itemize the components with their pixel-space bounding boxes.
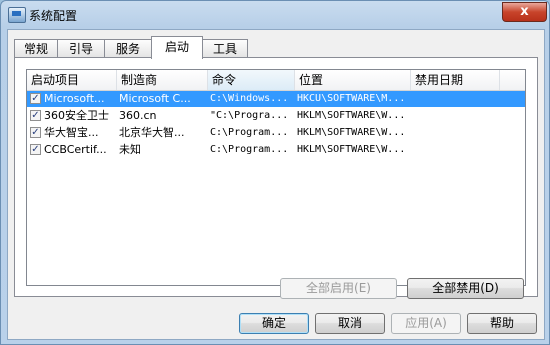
row-checkbox[interactable]: ✓ (30, 127, 41, 138)
cell-command: C:\Windows... (210, 93, 289, 104)
startup-tab-panel: 启动项目 制造商 命令 位置 禁用日期 ✓ Microsoft... Micro… (14, 57, 538, 297)
cell-item: 华大智宝... (44, 126, 99, 139)
row-checkbox[interactable]: ✓ (30, 144, 41, 155)
row-checkbox[interactable]: ✓ (30, 110, 41, 121)
close-button[interactable]: x (502, 2, 547, 22)
ok-button[interactable]: 确定 (239, 313, 309, 334)
disable-all-button[interactable]: 全部禁用(D) (407, 278, 524, 299)
cancel-button[interactable]: 取消 (315, 313, 385, 334)
cell-disabled-date (413, 91, 499, 107)
tab-general[interactable]: 常规 (14, 39, 58, 58)
dialog-client-area: 常规 引导 服务 启动 工具 启动项目 制造商 命令 位置 禁用日期 ✓ Mic… (7, 29, 545, 340)
help-button[interactable]: 帮助 (467, 313, 537, 334)
cell-location: HKLM\SOFTWARE\W... (297, 110, 406, 121)
tab-startup[interactable]: 启动 (151, 36, 203, 59)
list-header: 启动项目 制造商 命令 位置 禁用日期 (27, 70, 525, 91)
tab-tools[interactable]: 工具 (202, 39, 248, 58)
tab-boot[interactable]: 引导 (57, 39, 105, 58)
column-header-disabled-date[interactable]: 禁用日期 (411, 70, 500, 90)
cell-item: 360安全卫士 (44, 109, 109, 122)
column-header-location[interactable]: 位置 (295, 70, 411, 90)
cell-disabled-date (413, 125, 499, 141)
cell-command: "C:\Progra... (210, 110, 289, 121)
enable-all-button[interactable]: 全部启用(E) (280, 278, 397, 299)
title-bar[interactable]: 系统配置 x (1, 1, 549, 29)
cell-maker: 360.cn (119, 109, 157, 122)
column-header-manufacturer[interactable]: 制造商 (117, 70, 208, 90)
cell-maker: Microsoft C... (119, 92, 191, 105)
apply-button[interactable]: 应用(A) (391, 313, 461, 334)
cell-location: HKLM\SOFTWARE\W... (297, 144, 406, 155)
column-header-startup-item[interactable]: 启动项目 (27, 70, 117, 90)
column-header-command[interactable]: 命令 (208, 70, 295, 90)
table-row[interactable]: ✓ Microsoft... Microsoft C... C:\Windows… (27, 91, 525, 107)
cell-maker: 未知 (119, 143, 141, 156)
cell-item: Microsoft... (44, 92, 105, 105)
cell-command: C:\Program... (210, 144, 289, 155)
cell-disabled-date (413, 108, 499, 124)
cell-location: HKCU\SOFTWARE\M... (297, 93, 406, 104)
cell-maker: 北京华大智... (119, 126, 185, 139)
table-row[interactable]: ✓ 华大智宝... 北京华大智... C:\Program... HKLM\SO… (27, 125, 525, 141)
tab-services[interactable]: 服务 (104, 39, 152, 58)
row-checkbox[interactable]: ✓ (30, 93, 41, 104)
cell-disabled-date (413, 142, 499, 158)
cell-location: HKLM\SOFTWARE\W... (297, 127, 406, 138)
system-config-window: 系统配置 x 常规 引导 服务 启动 工具 启动项目 制造商 命令 位置 禁用日… (0, 0, 550, 345)
window-title: 系统配置 (29, 9, 78, 23)
cell-item: CCBCertif... (44, 143, 107, 156)
msconfig-app-icon (8, 7, 26, 23)
table-row[interactable]: ✓ 360安全卫士 360.cn "C:\Progra... HKLM\SOFT… (27, 108, 525, 124)
startup-items-list[interactable]: 启动项目 制造商 命令 位置 禁用日期 ✓ Microsoft... Micro… (26, 69, 526, 286)
cell-command: C:\Program... (210, 127, 289, 138)
table-row[interactable]: ✓ CCBCertif... 未知 C:\Program... HKLM\SOF… (27, 142, 525, 158)
